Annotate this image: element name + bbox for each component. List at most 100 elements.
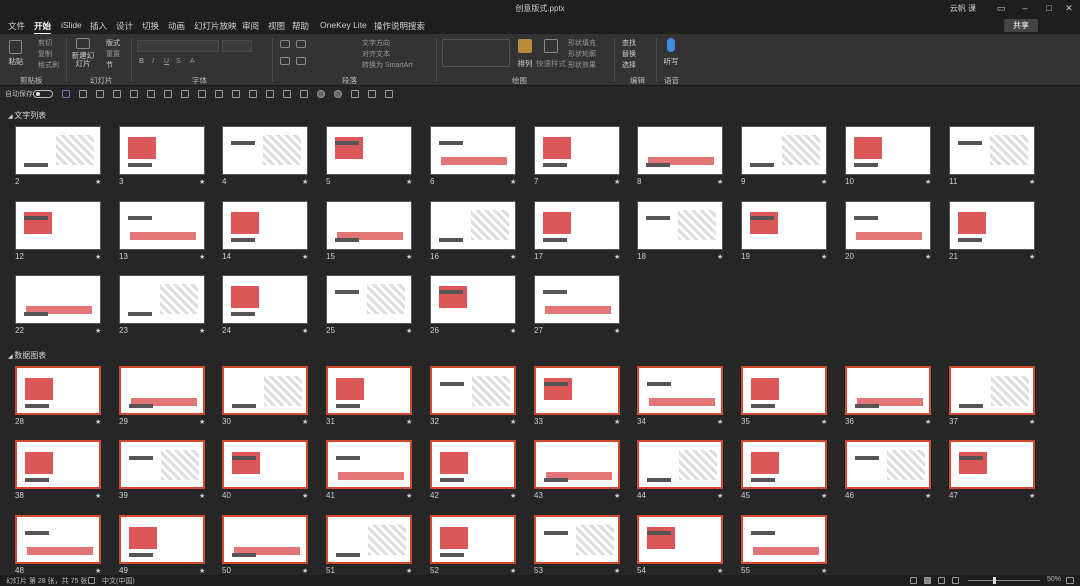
numbering-icon[interactable] — [296, 40, 306, 48]
slide-thumbnail[interactable] — [119, 440, 205, 489]
autosave-toggle[interactable] — [33, 90, 53, 98]
slide-thumbnail[interactable] — [430, 126, 516, 175]
slideshow-icon[interactable] — [952, 577, 959, 584]
dot-icon[interactable] — [334, 90, 342, 98]
slide-thumbnail[interactable] — [119, 201, 205, 250]
slide-thumbnail[interactable] — [326, 440, 412, 489]
slide-thumbnail[interactable] — [15, 366, 101, 415]
slide-thumbnail[interactable] — [949, 126, 1035, 175]
slide-thumbnail[interactable] — [119, 275, 205, 324]
distribute-icon[interactable] — [147, 90, 155, 98]
transition-star-icon[interactable]: ★ — [302, 178, 308, 186]
slide-thumbnail[interactable] — [637, 515, 723, 564]
quick-styles-icon[interactable] — [544, 39, 558, 53]
transition-star-icon[interactable]: ★ — [510, 492, 516, 500]
slide-thumbnail[interactable] — [326, 126, 412, 175]
transition-star-icon[interactable]: ★ — [510, 418, 516, 426]
transition-star-icon[interactable]: ★ — [95, 253, 101, 261]
cut-button[interactable]: 剪切 — [38, 38, 52, 48]
reset-button[interactable]: 重置 — [106, 49, 120, 59]
undo-icon[interactable] — [79, 90, 87, 98]
slide-thumbnail[interactable] — [15, 275, 101, 324]
tab-12[interactable]: 操作说明搜索 — [374, 20, 425, 32]
slide-thumbnail[interactable] — [222, 201, 308, 250]
tab-9[interactable]: 视图 — [268, 20, 285, 32]
group-icon[interactable] — [181, 90, 189, 98]
transition-star-icon[interactable]: ★ — [717, 253, 723, 261]
tab-6[interactable]: 动画 — [168, 20, 185, 32]
transition-star-icon[interactable]: ★ — [614, 492, 620, 500]
tab-7[interactable]: 幻灯片放映 — [194, 20, 237, 32]
tab-2[interactable]: iSlide — [61, 20, 82, 30]
slide-thumbnail[interactable] — [845, 440, 931, 489]
slide-thumbnail[interactable] — [949, 366, 1035, 415]
slide-thumbnail[interactable] — [15, 515, 101, 564]
find-button[interactable]: 查找 — [622, 38, 636, 48]
copy-button[interactable]: 复制 — [38, 49, 52, 59]
slide-thumbnail[interactable] — [845, 201, 931, 250]
transition-star-icon[interactable]: ★ — [1029, 492, 1035, 500]
bold-icon[interactable]: B — [139, 58, 144, 65]
shape-icon[interactable] — [215, 90, 223, 98]
transition-star-icon[interactable]: ★ — [95, 418, 101, 426]
slide-thumbnail[interactable] — [534, 440, 620, 489]
slide-thumbnail[interactable] — [222, 440, 308, 489]
paste-special-icon[interactable] — [198, 90, 206, 98]
format-painter-button[interactable]: 格式刷 — [38, 60, 59, 70]
transition-star-icon[interactable]: ★ — [406, 327, 412, 335]
align-icon[interactable] — [130, 90, 138, 98]
picture-icon[interactable] — [351, 90, 359, 98]
paste-icon[interactable] — [9, 40, 22, 54]
transition-star-icon[interactable]: ★ — [199, 253, 205, 261]
transition-star-icon[interactable]: ★ — [510, 327, 516, 335]
quick-styles-button[interactable]: 快速样式 — [536, 58, 566, 69]
arrow-icon[interactable] — [368, 90, 376, 98]
shapes-gallery[interactable] — [442, 39, 510, 67]
slide-thumbnail[interactable] — [15, 126, 101, 175]
font-color-icon[interactable]: A — [190, 58, 195, 65]
redo-icon[interactable] — [96, 90, 104, 98]
slide-thumbnail[interactable] — [430, 366, 516, 415]
transition-star-icon[interactable]: ★ — [95, 327, 101, 335]
bullets-icon[interactable] — [280, 40, 290, 48]
transition-star-icon[interactable]: ★ — [614, 178, 620, 186]
fit-to-window-icon[interactable] — [1066, 577, 1074, 584]
tab-0[interactable]: 文件 — [8, 20, 25, 32]
slide-thumbnail[interactable] — [845, 366, 931, 415]
transition-star-icon[interactable]: ★ — [1029, 418, 1035, 426]
smartart-button[interactable]: 转换为 SmartArt — [362, 60, 413, 70]
underline-icon[interactable]: U — [164, 58, 169, 65]
slide-thumbnail[interactable] — [15, 440, 101, 489]
tab-4[interactable]: 设计 — [116, 20, 133, 32]
slide-thumbnail[interactable] — [637, 201, 723, 250]
new-slide-icon[interactable] — [76, 38, 90, 49]
slide-thumbnail[interactable] — [119, 366, 205, 415]
slide-thumbnail[interactable] — [326, 515, 412, 564]
crop-icon[interactable] — [232, 90, 240, 98]
minimize-icon[interactable]: – — [1016, 2, 1034, 14]
transition-star-icon[interactable]: ★ — [199, 178, 205, 186]
transition-star-icon[interactable]: ★ — [510, 178, 516, 186]
slide-thumbnail[interactable] — [637, 126, 723, 175]
new-slide-button[interactable]: 新建幻灯片 — [70, 52, 96, 68]
font-size-box[interactable] — [222, 40, 252, 52]
section-button[interactable]: 节 — [106, 60, 113, 70]
slide-thumbnail[interactable] — [15, 201, 101, 250]
transition-star-icon[interactable]: ★ — [925, 253, 931, 261]
section-header[interactable]: ◢ 文字列表 — [8, 110, 46, 121]
share-button[interactable]: 共享 — [1004, 19, 1038, 32]
transition-star-icon[interactable]: ★ — [925, 418, 931, 426]
microphone-icon[interactable] — [667, 38, 675, 52]
slide-thumbnail[interactable] — [326, 366, 412, 415]
layout-button[interactable]: 版式 — [106, 38, 120, 48]
tab-3[interactable]: 插入 — [90, 20, 107, 32]
slide-thumbnail[interactable] — [741, 366, 827, 415]
slide-thumbnail[interactable] — [430, 440, 516, 489]
text-icon[interactable] — [283, 90, 291, 98]
text-direction-button[interactable]: 文字方向 — [362, 38, 390, 48]
slide-thumbnail[interactable] — [534, 366, 620, 415]
transition-star-icon[interactable]: ★ — [925, 178, 931, 186]
transition-star-icon[interactable]: ★ — [302, 253, 308, 261]
transition-star-icon[interactable]: ★ — [95, 567, 101, 575]
tab-8[interactable]: 审阅 — [242, 20, 259, 32]
